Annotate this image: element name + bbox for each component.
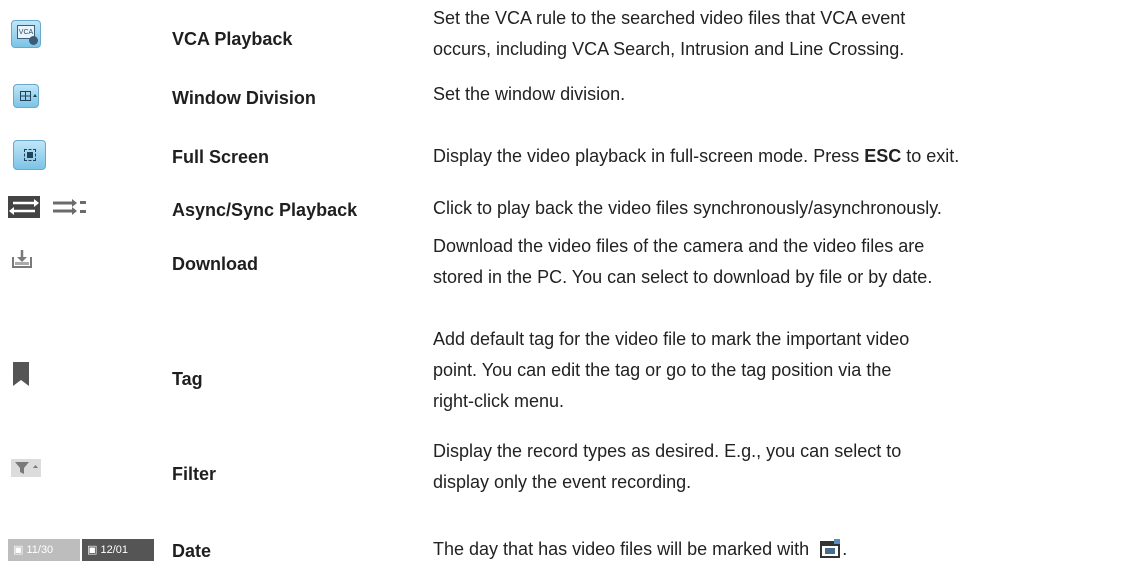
feature-name: Async/Sync Playback	[172, 200, 358, 220]
feature-name: Filter	[172, 464, 217, 484]
feature-description: The day that has video files will be mar…	[433, 538, 848, 559]
feature-description: Add default tag for the video file to ma…	[433, 329, 910, 411]
feature-description: Click to play back the video files synch…	[433, 198, 942, 218]
table-row: ▣ 11/30 ▣ 12/01 Date The day that has vi…	[0, 518, 1132, 570]
bookmark-icon[interactable]	[13, 362, 29, 391]
feature-description: Set the window division.	[433, 84, 626, 104]
table-row: Async/Sync Playback Click to play back t…	[0, 186, 1132, 231]
table-row: Full Screen Display the video playback i…	[0, 130, 1132, 185]
feature-description: Set the VCA rule to the searched video f…	[433, 8, 906, 59]
feature-description: Display the video playback in full-scree…	[433, 146, 960, 166]
feature-name: Download	[172, 254, 258, 274]
full-screen-icon[interactable]	[13, 140, 46, 170]
vca-playback-icon[interactable]: VCA	[11, 20, 41, 48]
table-row: Filter Display the record types as desir…	[0, 438, 1132, 518]
table-row: VCA VCA Playback Set the VCA rule to the…	[0, 0, 1132, 80]
date-label: 12/01	[100, 544, 128, 556]
feature-name: Full Screen	[172, 147, 270, 167]
filter-icon[interactable]	[11, 459, 41, 482]
feature-name: Date	[172, 541, 212, 561]
async-sync-icon[interactable]	[8, 196, 123, 223]
feature-name: VCA Playback	[172, 29, 293, 49]
table-row: Window Division Set the window division.	[0, 80, 1132, 120]
date-chip-light[interactable]: ▣ 11/30	[8, 539, 80, 561]
date-label: 11/30	[26, 544, 54, 556]
table-row: Download Download the video files of the…	[0, 233, 1132, 328]
feature-name: Tag	[172, 369, 203, 389]
window-division-icon[interactable]	[13, 84, 39, 108]
date-chip-dark[interactable]: ▣ 12/01	[82, 539, 154, 561]
calendar-icon: ▣	[13, 544, 24, 556]
feature-name: Window Division	[172, 88, 316, 108]
calendar-marked-icon	[820, 538, 842, 559]
download-icon[interactable]	[10, 248, 34, 275]
calendar-icon: ▣	[87, 544, 98, 556]
table-row: Tag Add default tag for the video file t…	[0, 328, 1132, 438]
feature-description: Download the video files of the camera a…	[433, 236, 933, 287]
feature-description: Display the record types as desired. E.g…	[433, 441, 902, 492]
